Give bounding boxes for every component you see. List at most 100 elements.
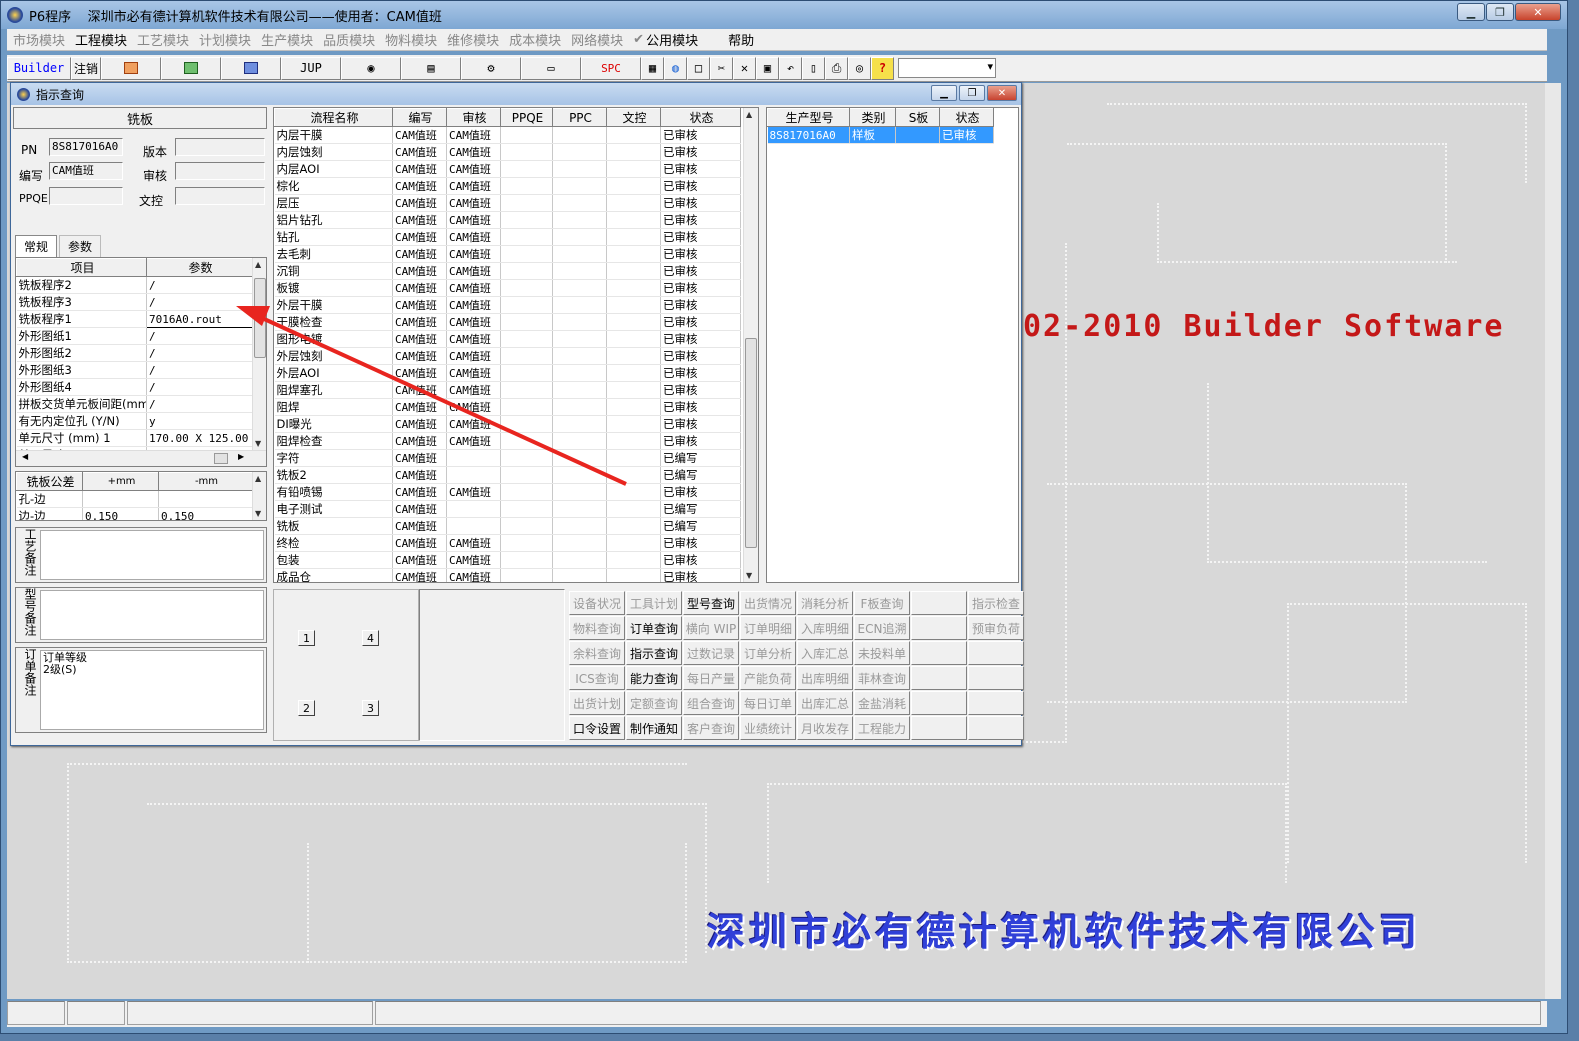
menu-item-0[interactable]: 市场模块 bbox=[13, 30, 65, 49]
calendar-icon[interactable]: ▦ bbox=[641, 56, 664, 80]
flow-row[interactable]: 图形电镀 CAM值班 CAM值班 已审核 bbox=[274, 330, 741, 348]
menu-item-9[interactable]: 网络模块 bbox=[571, 30, 623, 49]
tab-general[interactable]: 常规 bbox=[15, 235, 58, 257]
param-value[interactable]: / bbox=[146, 361, 253, 379]
globe-icon[interactable]: ◍ bbox=[664, 56, 687, 80]
flow-row[interactable]: 内层干膜 CAM值班 CAM值班 已审核 bbox=[274, 126, 741, 144]
func-button-3-4[interactable]: 出库明细 bbox=[797, 666, 853, 690]
new-file-icon[interactable]: □ bbox=[687, 56, 710, 80]
document-icon[interactable]: ▤ bbox=[401, 56, 461, 80]
func-button-2-3[interactable]: 订单分析 bbox=[740, 641, 796, 665]
flow-row[interactable]: 铝片钻孔 CAM值班 CAM值班 已审核 bbox=[274, 211, 741, 229]
child-restore-button[interactable]: ❐ bbox=[959, 85, 985, 101]
audit-field[interactable] bbox=[175, 162, 265, 180]
flow-row[interactable]: 去毛刺 CAM值班 CAM值班 已审核 bbox=[274, 245, 741, 263]
flow-row[interactable]: 板镀 CAM值班 CAM值班 已审核 bbox=[274, 279, 741, 297]
model-row[interactable]: 8S817016A0 样板 已审核 bbox=[767, 126, 994, 144]
num-button-4[interactable]: 4 bbox=[362, 630, 379, 646]
func-button-1-0[interactable]: 物料查询 bbox=[569, 616, 625, 640]
child-minimize-button[interactable]: ▁ bbox=[931, 85, 957, 101]
tol-plus[interactable]: 0.150 bbox=[82, 507, 159, 520]
param-value[interactable]: / bbox=[146, 327, 253, 345]
flow-row[interactable]: 外层AOI CAM值班 CAM值班 已审核 bbox=[274, 364, 741, 382]
func-button-1-6[interactable] bbox=[911, 616, 967, 640]
order-memo-text[interactable]: 订单等级 2级(S) bbox=[40, 650, 264, 730]
flow-header-5[interactable]: 文控 bbox=[606, 108, 661, 127]
flow-row[interactable]: 内层AOI CAM值班 CAM值班 已审核 bbox=[274, 160, 741, 178]
func-button-0-1[interactable]: 工具计划 bbox=[626, 591, 682, 615]
eye-icon[interactable]: ◉ bbox=[341, 56, 401, 80]
param-value[interactable]: / bbox=[146, 395, 253, 413]
func-button-2-0[interactable]: 余料查询 bbox=[569, 641, 625, 665]
model-header-1[interactable]: 类别 bbox=[849, 108, 896, 127]
flow-header-1[interactable]: 编写 bbox=[392, 108, 447, 127]
param-row[interactable]: 外形图纸1/ bbox=[16, 327, 253, 345]
func-button-1-4[interactable]: 入库明细 bbox=[797, 616, 853, 640]
tolerance-scrollbar[interactable]: ▲ ▼ bbox=[252, 472, 266, 520]
param-value[interactable]: / bbox=[146, 378, 253, 396]
tol-plus[interactable] bbox=[82, 490, 159, 508]
toolbar-combo[interactable] bbox=[898, 58, 996, 78]
save-icon[interactable]: ▣ bbox=[756, 56, 779, 80]
tools-icon[interactable]: ⚙ bbox=[461, 56, 521, 80]
tol-minus[interactable]: 0.150 bbox=[158, 507, 253, 520]
word-icon[interactable] bbox=[221, 56, 281, 80]
flow-row[interactable]: 终检 CAM值班 CAM值班 已审核 bbox=[274, 534, 741, 552]
func-button-0-2[interactable]: 型号查询 bbox=[683, 591, 739, 615]
func-button-0-3[interactable]: 出货情况 bbox=[740, 591, 796, 615]
param-scrollbar[interactable]: ▲ ▼ bbox=[252, 258, 266, 450]
close-button[interactable]: ✕ bbox=[1515, 3, 1561, 21]
func-button-5-0[interactable]: 口令设置 bbox=[569, 716, 625, 740]
func-button-1-1[interactable]: 订单查询 bbox=[626, 616, 682, 640]
param-value[interactable]: / bbox=[146, 276, 253, 294]
func-button-3-0[interactable]: ICS查询 bbox=[569, 666, 625, 690]
func-button-1-5[interactable]: ECN追溯 bbox=[854, 616, 910, 640]
builder-button[interactable]: Builder bbox=[7, 56, 71, 80]
func-button-0-7[interactable]: 指示检查 bbox=[968, 591, 1024, 615]
flow-row[interactable]: 干膜检查 CAM值班 CAM值班 已审核 bbox=[274, 313, 741, 331]
tab-params[interactable]: 参数 bbox=[59, 235, 102, 257]
func-button-5-7[interactable] bbox=[968, 716, 1024, 740]
func-button-5-4[interactable]: 月收发存 bbox=[797, 716, 853, 740]
num-button-1[interactable]: 1 bbox=[298, 630, 315, 646]
func-button-2-1[interactable]: 指示查询 bbox=[626, 641, 682, 665]
flow-row[interactable]: 包装 CAM值班 CAM值班 已审核 bbox=[274, 551, 741, 569]
flow-row[interactable]: 有铅喷锡 CAM值班 CAM值班 已审核 bbox=[274, 483, 741, 501]
computer-icon[interactable]: ▭ bbox=[521, 56, 581, 80]
func-button-5-1[interactable]: 制作通知 bbox=[626, 716, 682, 740]
func-button-3-5[interactable]: 菲林查询 bbox=[854, 666, 910, 690]
pn-field[interactable]: 8S817016A0 bbox=[49, 138, 123, 156]
model-header-0[interactable]: 生产型号 bbox=[767, 108, 850, 127]
flow-row[interactable]: 铣板2 CAM值班 已编写 bbox=[274, 466, 741, 484]
func-button-4-1[interactable]: 定额查询 bbox=[626, 691, 682, 715]
jup-button[interactable]: JUP bbox=[281, 56, 341, 80]
func-button-2-4[interactable]: 入库汇总 bbox=[797, 641, 853, 665]
flow-row[interactable]: 字符 CAM值班 已编写 bbox=[274, 449, 741, 467]
logout-button[interactable]: 注销 bbox=[71, 56, 101, 80]
menu-item-2[interactable]: 工艺模块 bbox=[137, 30, 189, 49]
param-row[interactable]: 外形图纸3/ bbox=[16, 361, 253, 379]
func-button-4-7[interactable] bbox=[968, 691, 1024, 715]
param-row[interactable]: 有无内定位孔 (Y/N) y bbox=[16, 412, 253, 430]
flow-row[interactable]: 阻焊 CAM值班 CAM值班 已审核 bbox=[274, 398, 741, 416]
flow-row[interactable]: 铣板 CAM值班 已编写 bbox=[274, 517, 741, 535]
powerpoint-icon[interactable] bbox=[101, 56, 161, 80]
func-button-4-4[interactable]: 出库汇总 bbox=[797, 691, 853, 715]
param-row[interactable]: 外形图纸2/ bbox=[16, 344, 253, 362]
func-button-4-0[interactable]: 出货计划 bbox=[569, 691, 625, 715]
excel-icon[interactable] bbox=[161, 56, 221, 80]
maximize-button[interactable]: ❐ bbox=[1486, 3, 1514, 21]
flow-header-4[interactable]: PPC bbox=[552, 108, 607, 127]
cut-icon[interactable]: ✂ bbox=[710, 56, 733, 80]
tolerance-row[interactable]: 边-边 0.150 0.150 bbox=[16, 507, 253, 520]
flow-row[interactable]: 阻焊检查 CAM值班 CAM值班 已审核 bbox=[274, 432, 741, 450]
model-memo-text[interactable] bbox=[40, 590, 264, 640]
menu-item-3[interactable]: 计划模块 bbox=[199, 30, 251, 49]
flow-row[interactable]: 内层蚀刻 CAM值班 CAM值班 已审核 bbox=[274, 143, 741, 161]
func-button-4-3[interactable]: 每日订单 bbox=[740, 691, 796, 715]
func-button-3-6[interactable] bbox=[911, 666, 967, 690]
param-row[interactable]: 外形图纸4/ bbox=[16, 378, 253, 396]
func-button-5-6[interactable] bbox=[911, 716, 967, 740]
help-icon[interactable]: ? bbox=[871, 56, 894, 80]
func-button-0-6[interactable] bbox=[911, 591, 967, 615]
